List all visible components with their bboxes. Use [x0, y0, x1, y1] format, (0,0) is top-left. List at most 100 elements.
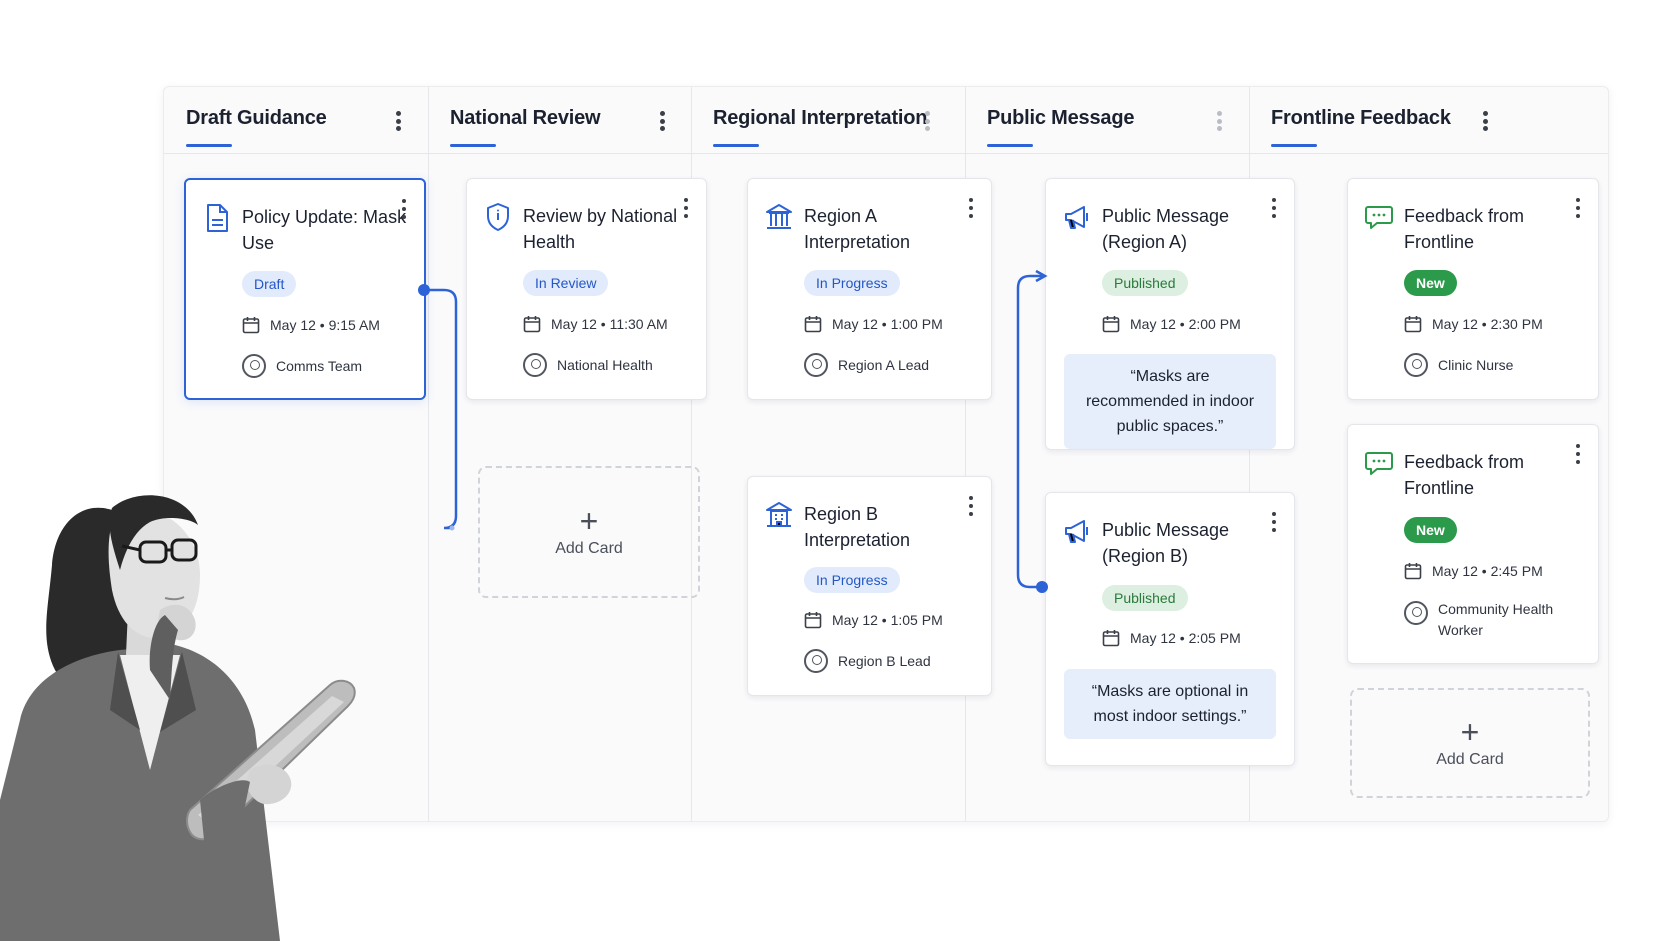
chat-bubble-icon: [1365, 452, 1393, 475]
column-header-frontline-feedback: Frontline Feedback: [1249, 87, 1610, 153]
owner-row: Community Health Worker: [1404, 599, 1568, 641]
date-row: May 12 • 2:00 PM: [1102, 315, 1241, 333]
column-header-public-message: Public Message: [965, 87, 1249, 153]
date-row: May 12 • 9:15 AM: [242, 316, 380, 334]
card-owner: Comms Team: [276, 358, 363, 374]
card-policy-update[interactable]: Policy Update: Mask Use Draft May 12 • 9…: [184, 178, 426, 400]
person-with-tablet-illustration: [0, 495, 356, 941]
card-title: Public Message (Region B): [1102, 520, 1230, 566]
column-title: Frontline Feedback: [1271, 107, 1451, 129]
card-feedback-frontline-1[interactable]: Feedback from Frontline New May 12 • 2:3…: [1347, 178, 1599, 400]
owner-row: Region A Lead: [804, 353, 929, 377]
column-header-national-review: National Review: [428, 87, 691, 153]
chat-bubble-icon: [1365, 206, 1393, 229]
megaphone-icon: [1065, 520, 1088, 543]
column-header-regional-interpretation: Regional Interpretation: [691, 87, 965, 153]
column-header-draft-guidance: Draft Guidance: [164, 87, 428, 153]
date-row: May 12 • 2:30 PM: [1404, 315, 1543, 333]
column-title: Draft Guidance: [186, 107, 327, 129]
avatar-icon: [804, 353, 828, 377]
column-underline: [450, 144, 496, 147]
column-underline: [186, 144, 232, 147]
calendar-icon: [804, 316, 822, 333]
card-public-message-region-a[interactable]: Public Message (Region A) Published May …: [1045, 178, 1295, 450]
card-date: May 12 • 1:00 PM: [832, 316, 943, 332]
status-badge: New: [1404, 517, 1457, 543]
owner-row: National Health: [523, 353, 653, 377]
document-icon: [207, 204, 228, 232]
government-building-icon: [766, 204, 792, 229]
status-badge: In Review: [523, 270, 609, 296]
card-date: May 12 • 2:05 PM: [1130, 630, 1241, 646]
message-quote: “Masks are recommended in indoor public …: [1064, 354, 1276, 449]
card-owner: Community Health Worker: [1438, 601, 1554, 638]
status-badge: In Progress: [804, 270, 900, 296]
kebab-icon[interactable]: [1268, 511, 1280, 533]
card-date: May 12 • 11:30 AM: [551, 316, 668, 332]
column-title: National Review: [450, 107, 601, 129]
message-quote: “Masks are optional in most indoor setti…: [1064, 669, 1276, 739]
owner-row: Comms Team: [242, 354, 362, 378]
add-card-button[interactable]: + Add Card: [478, 466, 700, 598]
plus-icon: +: [1460, 714, 1480, 750]
kebab-icon[interactable]: [398, 198, 410, 220]
kebab-icon[interactable]: [1475, 109, 1495, 133]
card-date: May 12 • 2:30 PM: [1432, 316, 1543, 332]
calendar-icon: [1404, 316, 1422, 333]
kebab-icon[interactable]: [1268, 197, 1280, 219]
status-badge: Published: [1102, 270, 1188, 296]
avatar-icon: [804, 649, 828, 673]
owner-row: Clinic Nurse: [1404, 353, 1513, 377]
calendar-icon: [1102, 316, 1120, 333]
card-title: Review by National Health: [523, 206, 678, 252]
kebab-icon[interactable]: [652, 109, 672, 133]
kebab-icon[interactable]: [1209, 109, 1229, 133]
kebab-icon[interactable]: [388, 109, 408, 133]
date-row: May 12 • 2:45 PM: [1404, 562, 1543, 580]
calendar-icon: [523, 316, 541, 333]
card-public-message-region-b[interactable]: Public Message (Region B) Published May …: [1045, 492, 1295, 766]
kebab-icon[interactable]: [680, 197, 692, 219]
card-region-b-interpretation[interactable]: Region B Interpretation In Progress May …: [747, 476, 992, 696]
card-region-a-interpretation[interactable]: Region A Interpretation In Progress May …: [747, 178, 992, 400]
column-divider: [428, 87, 429, 821]
card-review-national-health[interactable]: Review by National Health In Review May …: [466, 178, 707, 400]
kebab-icon[interactable]: [965, 197, 977, 219]
add-card-button[interactable]: + Add Card: [1350, 688, 1590, 798]
calendar-icon: [242, 317, 260, 334]
calendar-icon: [804, 612, 822, 629]
kebab-icon[interactable]: [1572, 197, 1584, 219]
card-title: Region A Interpretation: [804, 206, 911, 252]
kebab-icon[interactable]: [1572, 443, 1584, 465]
date-row: May 12 • 2:05 PM: [1102, 629, 1241, 647]
avatar-icon: [1404, 353, 1428, 377]
card-title: Public Message (Region A): [1102, 206, 1230, 252]
kebab-icon[interactable]: [917, 109, 937, 133]
plus-icon: +: [579, 503, 599, 539]
card-owner: Region B Lead: [838, 653, 931, 669]
card-date: May 12 • 2:45 PM: [1432, 563, 1543, 579]
card-title: Feedback from Frontline: [1404, 452, 1525, 498]
kebab-icon[interactable]: [965, 495, 977, 517]
status-badge: Draft: [242, 271, 297, 297]
header-divider: [164, 153, 1608, 154]
owner-row: Region B Lead: [804, 649, 931, 673]
office-building-icon: [766, 502, 792, 527]
card-date: May 12 • 2:00 PM: [1130, 316, 1241, 332]
card-feedback-frontline-2[interactable]: Feedback from Frontline New May 12 • 2:4…: [1347, 424, 1599, 664]
card-owner: Region A Lead: [838, 357, 930, 373]
calendar-icon: [1404, 563, 1422, 580]
card-date: May 12 • 9:15 AM: [270, 317, 380, 333]
status-badge: In Progress: [804, 567, 900, 593]
date-row: May 12 • 1:05 PM: [804, 611, 943, 629]
add-card-label: Add Card: [1436, 751, 1504, 768]
avatar-icon: [1404, 601, 1428, 625]
card-title: Region B Interpretation: [804, 504, 911, 550]
column-underline: [713, 144, 759, 147]
column-title: Regional Interpretation: [713, 107, 928, 129]
card-owner: National Health: [557, 357, 653, 373]
card-title: Feedback from Frontline: [1404, 206, 1525, 252]
calendar-icon: [1102, 630, 1120, 647]
avatar-icon: [523, 353, 547, 377]
status-badge: New: [1404, 270, 1457, 296]
